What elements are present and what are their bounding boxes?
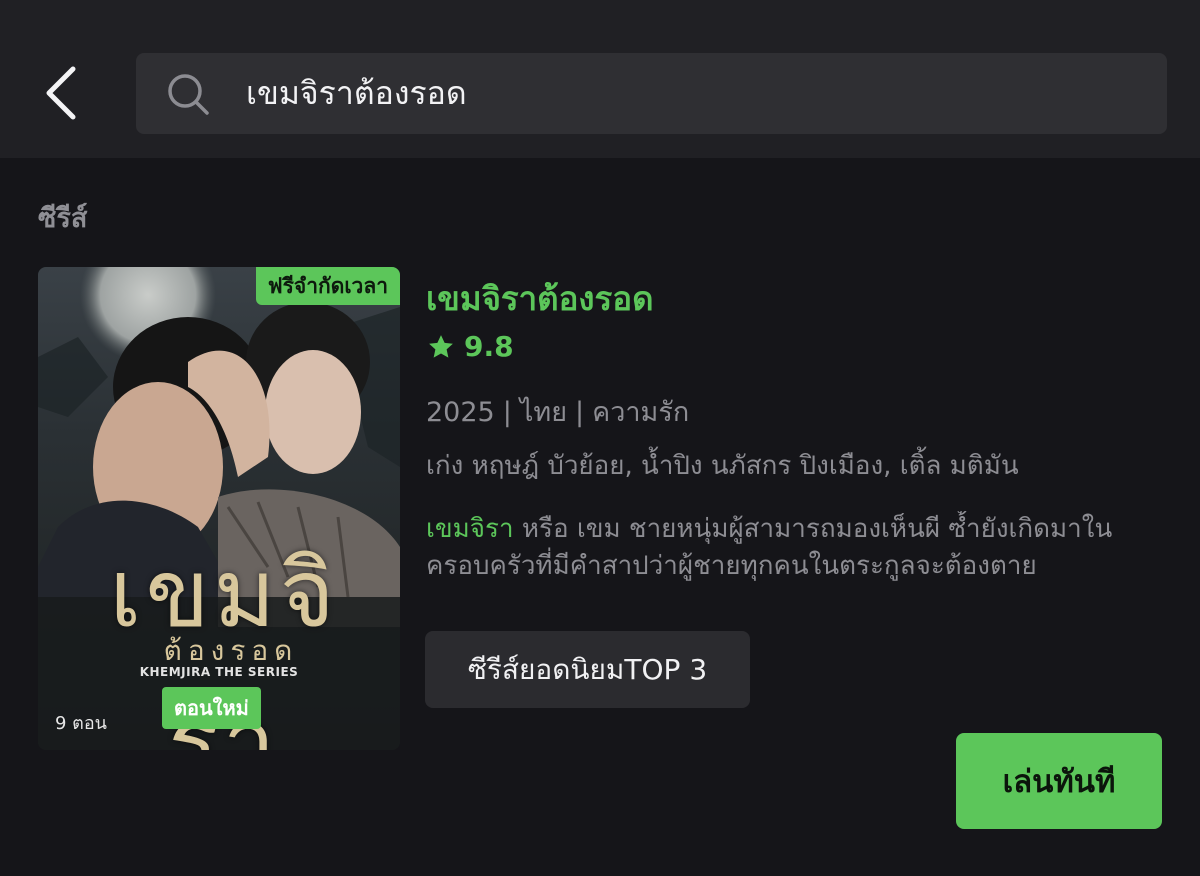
free-limited-badge: ฟรีจำกัดเวลา [255, 267, 400, 305]
chevron-left-icon [46, 66, 76, 120]
search-input[interactable] [246, 53, 1126, 134]
release-year: 2025 [426, 397, 495, 428]
search-bar[interactable] [136, 53, 1167, 134]
cast-list: เก่ง หฤษฎ์ บัวย้อย, น้ำปิง นภัสกร ปิงเมื… [426, 451, 1019, 481]
genre: ความรัก [592, 397, 690, 428]
top-bar [0, 0, 1200, 158]
star-icon [429, 334, 453, 358]
section-title: ซีรีส์ [38, 203, 88, 234]
description-highlight: เขมจิรา [426, 514, 514, 544]
search-icon [168, 74, 209, 115]
description-text: หรือ เขม ชายหนุ่มผู้สามารถมองเห็นผี ซ้ำย… [426, 514, 1113, 581]
new-episode-badge: ตอนใหม่ [162, 687, 261, 729]
meta-separator: | [502, 397, 512, 428]
series-title[interactable]: เขมจิราต้องรอด [426, 272, 654, 325]
description: เขมจิรา หรือ เขม ชายหนุ่มผู้สามารถมองเห็… [426, 511, 1150, 585]
play-now-button[interactable]: เล่นทันที [956, 733, 1162, 829]
country: ไทย [519, 397, 568, 428]
rating: 9.8 [426, 330, 514, 363]
series-poster[interactable]: ฟรีจำกัดเวลา เขมจิรา ต้องรอด KHEMJIRA TH… [38, 267, 400, 750]
series-meta: 2025 | ไทย | ความรัก [426, 390, 689, 433]
poster-english-title: KHEMJIRA THE SERIES [139, 665, 299, 679]
episode-count: 9 ตอน [55, 713, 107, 734]
back-button[interactable] [28, 58, 94, 128]
popular-tag-chip[interactable]: ซีรีส์ยอดนิยมTOP 3 [425, 631, 750, 708]
meta-separator: | [575, 397, 585, 428]
rating-value: 9.8 [464, 330, 514, 363]
